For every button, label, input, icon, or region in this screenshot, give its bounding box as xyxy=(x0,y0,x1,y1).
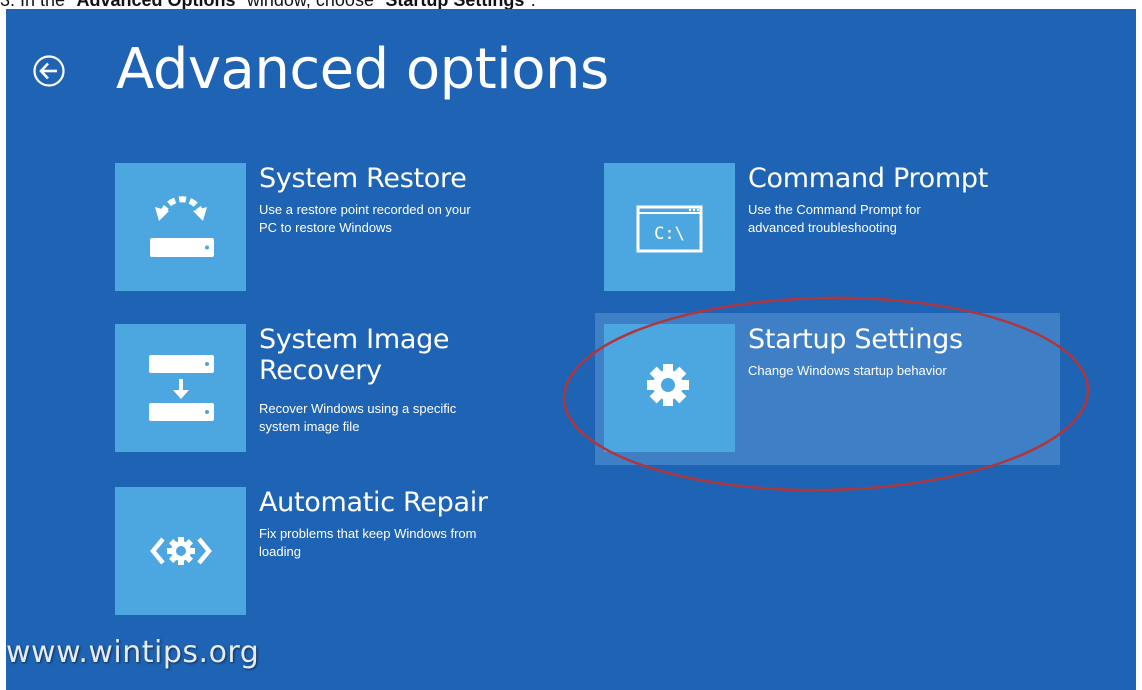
watermark: www.wintips.org xyxy=(6,635,260,670)
back-button[interactable] xyxy=(32,54,66,88)
description-line: Fix problems that keep Windows from xyxy=(259,526,477,541)
option-command-prompt[interactable]: C:\ Command Prompt Use the Command Promp… xyxy=(604,163,1044,291)
option-tile xyxy=(115,487,246,615)
automatic-repair-icon xyxy=(150,537,212,565)
page-title: Advanced options xyxy=(116,37,609,102)
option-name-line: Recovery xyxy=(259,355,382,386)
option-system-restore[interactable]: System Restore Use a restore point recor… xyxy=(115,163,555,291)
description-line: PC to restore Windows xyxy=(259,220,392,235)
command-prompt-icon-text: C:\ xyxy=(654,224,685,244)
option-tile xyxy=(115,324,246,452)
option-tile: C:\ xyxy=(604,163,735,291)
option-name: System Restore xyxy=(259,163,467,194)
option-automatic-repair[interactable]: Automatic Repair Fix problems that keep … xyxy=(115,487,555,615)
advanced-options-screen: Advanced options System Restore Use a re… xyxy=(6,9,1136,690)
option-name: Command Prompt xyxy=(748,163,989,194)
instruction-text: 3. In the "Advanced Options" window, cho… xyxy=(0,0,1142,9)
back-arrow-icon xyxy=(33,55,65,87)
option-name: System Image Recovery xyxy=(259,324,450,386)
description-line: Use a restore point recorded on your xyxy=(259,202,471,217)
option-description: Use the Command Prompt for advanced trou… xyxy=(748,201,1048,237)
description-line: system image file xyxy=(259,419,360,434)
description-line: advanced troubleshooting xyxy=(748,220,897,235)
option-name: Automatic Repair xyxy=(259,487,488,518)
option-tile xyxy=(115,163,246,291)
description-line: loading xyxy=(259,544,301,559)
option-description: Use a restore point recorded on your PC … xyxy=(259,201,559,237)
option-description: Fix problems that keep Windows from load… xyxy=(259,525,559,561)
description-line: Recover Windows using a specific xyxy=(259,401,457,416)
description-line: Use the Command Prompt for xyxy=(748,202,921,217)
system-image-recovery-icon xyxy=(149,355,214,421)
system-restore-icon xyxy=(150,196,214,257)
option-system-image-recovery[interactable]: System Image Recovery Recover Windows us… xyxy=(115,324,555,452)
option-name-line: System Image xyxy=(259,324,450,355)
option-description: Recover Windows using a specific system … xyxy=(259,400,559,436)
command-prompt-icon: C:\ xyxy=(636,205,703,253)
annotation-ellipse xyxy=(562,296,1090,492)
